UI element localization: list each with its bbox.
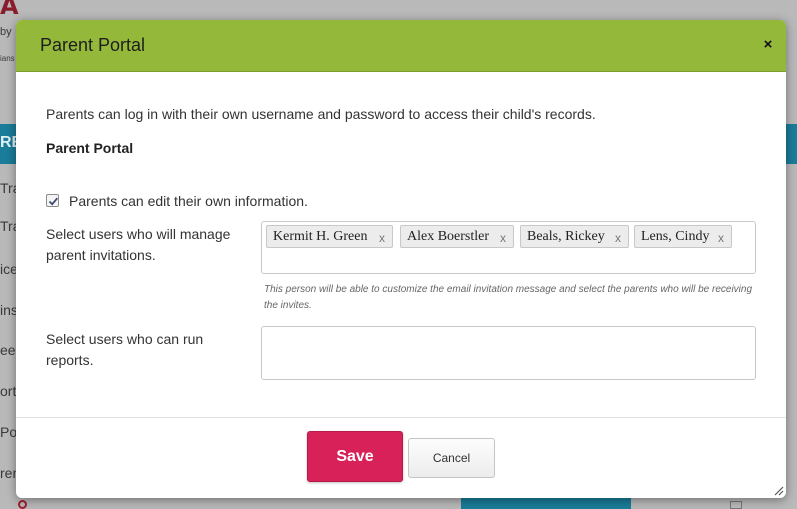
intro-text: Parents can log in with their own userna… (46, 106, 596, 122)
background-small-text-fragment: ians (0, 54, 15, 63)
user-tag: Lens, Cindy x (634, 225, 732, 248)
save-button[interactable]: Save (307, 431, 403, 482)
remove-tag-icon[interactable]: x (718, 231, 724, 245)
user-tag-name: Alex Boerstler (407, 229, 490, 244)
remove-tag-icon[interactable]: x (500, 231, 506, 245)
background-alert-icon (18, 500, 27, 509)
checkmark-icon (48, 197, 58, 206)
background-bottom-checkbox (730, 501, 742, 509)
background-bottom-bar (461, 497, 631, 509)
user-tag-name: Lens, Cindy (641, 229, 710, 244)
section-title: Parent Portal (46, 140, 134, 156)
run-reports-label: Select users who can run reports. (46, 331, 204, 368)
run-reports-input[interactable] (261, 326, 756, 380)
parent-portal-dialog: Parent Portal × Parents can log in with … (16, 20, 786, 498)
manage-invitations-input[interactable]: Kermit H. Green x Alex Boerstler x Beals… (261, 221, 756, 274)
edit-info-checkbox[interactable] (46, 194, 59, 207)
remove-tag-icon[interactable]: x (379, 231, 385, 245)
user-tag: Alex Boerstler x (400, 225, 514, 248)
manage-invitations-label: Select users who will manage parent invi… (46, 226, 231, 263)
footer-divider (16, 417, 786, 418)
resize-grip-icon[interactable] (772, 484, 784, 496)
user-tag-name: Kermit H. Green (273, 229, 368, 244)
edit-info-label: Parents can edit their own information. (69, 193, 308, 209)
user-tag-name: Beals, Rickey (527, 229, 605, 244)
remove-tag-icon[interactable]: x (615, 231, 621, 245)
user-tag: Beals, Rickey x (520, 225, 629, 248)
user-tag: Kermit H. Green x (266, 225, 393, 248)
background-byline-fragment: by (0, 26, 12, 38)
dialog-title: Parent Portal (40, 35, 146, 55)
background-title-fragment: A (0, 0, 19, 20)
cancel-button[interactable]: Cancel (408, 438, 495, 478)
close-icon[interactable]: × (760, 37, 776, 53)
dialog-header: Parent Portal × (16, 20, 786, 72)
invitation-hint-text: This person will be able to customize th… (264, 284, 753, 311)
